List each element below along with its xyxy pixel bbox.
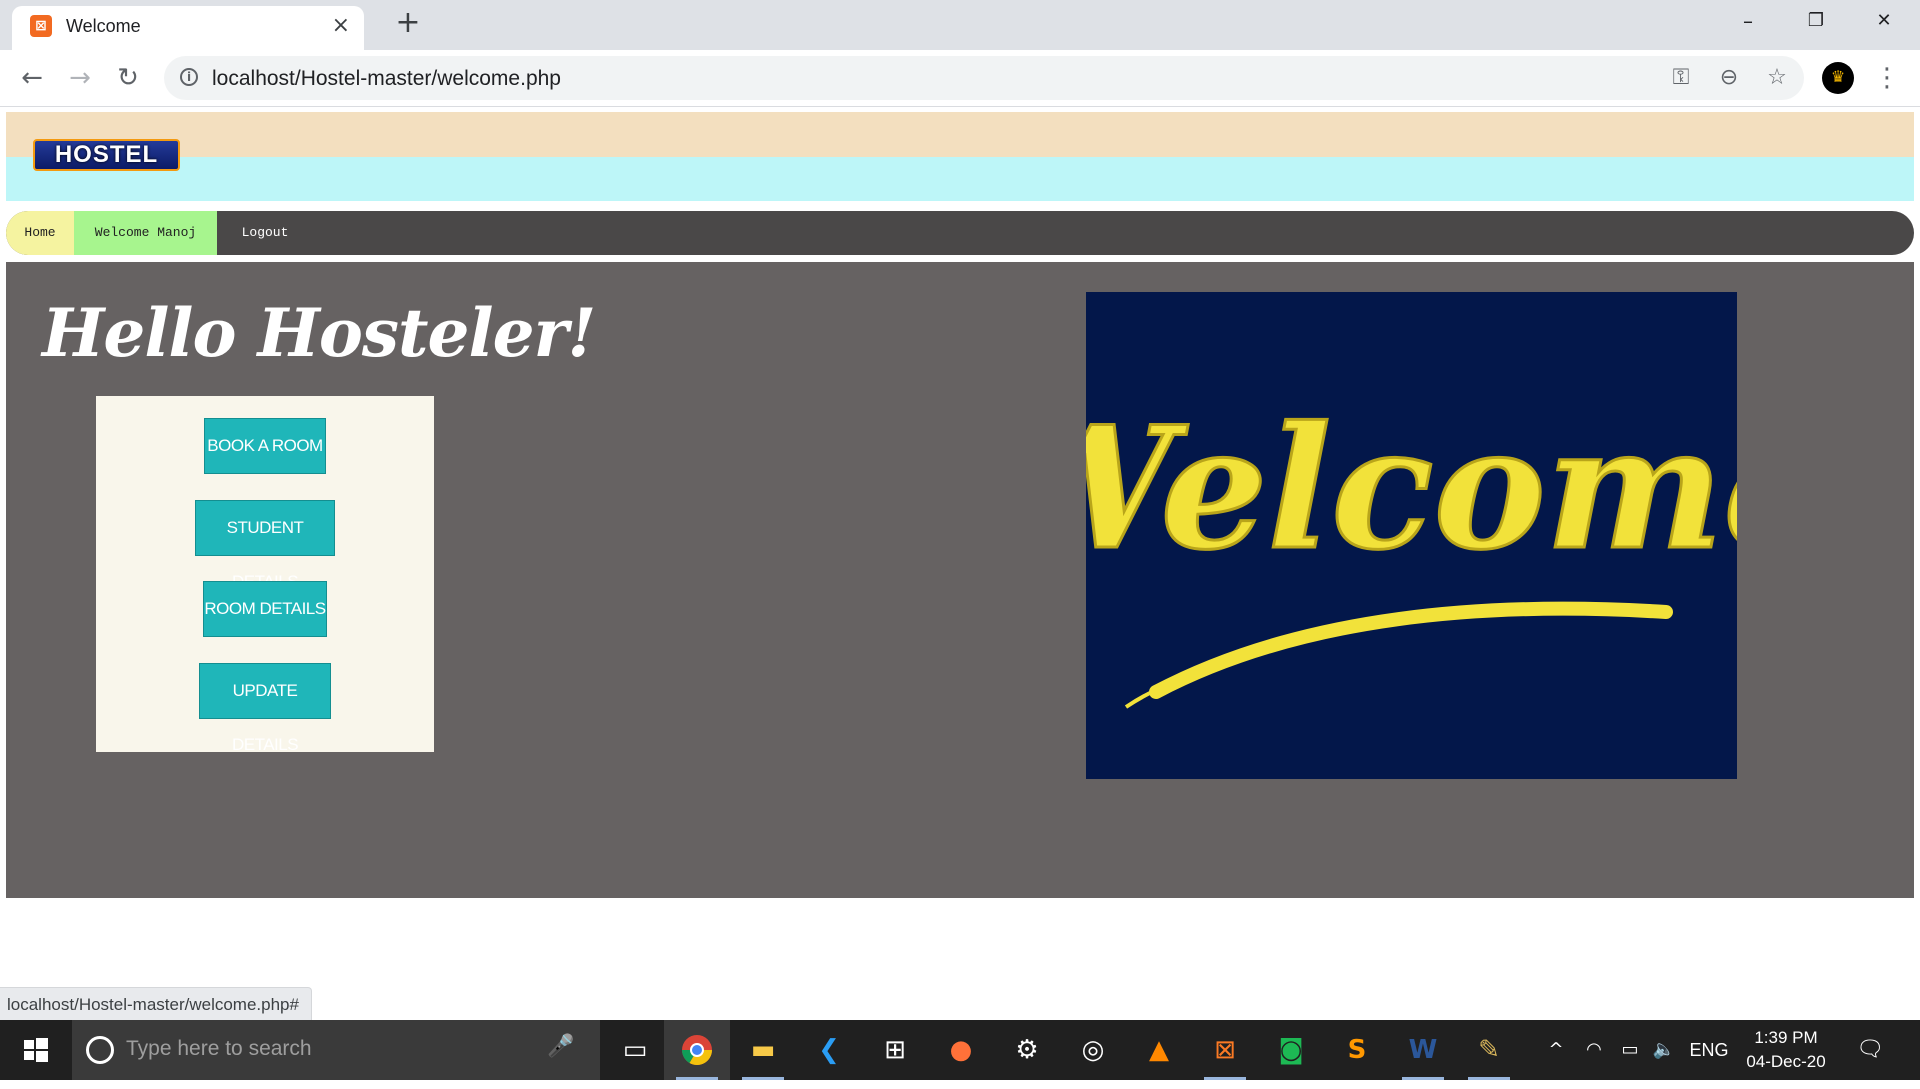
- nav-welcome-link[interactable]: Welcome Manoj: [74, 211, 217, 255]
- site-navbar: Home Welcome Manoj Logout: [6, 211, 1914, 255]
- web-page: HOSTEL Home Welcome Manoj Logout Hello H…: [0, 107, 1920, 1020]
- windows-taskbar: Type here to search 🎤 ▭ ▬ ❮ ⊞ ● ⚙ ◎ ▲ ⊠ …: [0, 1020, 1920, 1080]
- hostel-logo: HOSTEL: [33, 139, 180, 171]
- student-details-button[interactable]: STUDENT DETAILS: [195, 500, 335, 591]
- file-explorer-icon[interactable]: ▬: [730, 1020, 796, 1080]
- taskbar-clock[interactable]: 1:39 PM 04-Dec-20: [1738, 1026, 1834, 1074]
- nav-home-link[interactable]: Home: [6, 211, 74, 255]
- header-bottom-band: [6, 157, 1914, 201]
- update-details-button[interactable]: UPDATE DETAILS: [199, 663, 331, 754]
- status-bar-url: localhost/Hostel-master/welcome.php#: [0, 987, 312, 1022]
- page-heading: Hello Hosteler!: [42, 294, 596, 372]
- actions-panel: BOOK A ROOM STUDENT DETAILS ROOM DETAILS…: [96, 396, 434, 754]
- show-hidden-icons-chevron-icon[interactable]: ^: [1540, 1020, 1572, 1080]
- vscode-icon[interactable]: ❮: [796, 1020, 862, 1080]
- word-icon[interactable]: W: [1390, 1020, 1456, 1080]
- clock-time: 1:39 PM: [1754, 1028, 1818, 1047]
- bookmark-star-icon[interactable]: ☆: [1762, 64, 1792, 92]
- welcome-image: Welcome: [1086, 292, 1737, 779]
- main-content: Hello Hosteler! BOOK A ROOM STUDENT DETA…: [6, 262, 1914, 898]
- browser-toolbar: ← → ↻ i localhost/Hostel-master/welcome.…: [0, 50, 1920, 107]
- info-icon[interactable]: i: [180, 68, 198, 86]
- book-room-button[interactable]: BOOK A ROOM: [204, 418, 326, 474]
- address-bar[interactable]: i localhost/Hostel-master/welcome.php ⚿ …: [164, 56, 1804, 100]
- language-indicator[interactable]: ENG: [1684, 1020, 1734, 1080]
- tab-title: Welcome: [66, 16, 141, 36]
- welcome-graphic: Welcome: [1086, 292, 1737, 779]
- chrome-taskbar-icon[interactable]: [664, 1020, 730, 1080]
- welcome-image-text: Welcome: [1086, 389, 1737, 587]
- headset-app-icon[interactable]: ◙: [1258, 1020, 1324, 1080]
- wifi-icon[interactable]: ◠: [1578, 1020, 1610, 1080]
- profile-avatar[interactable]: ♛: [1822, 62, 1854, 94]
- browser-tab[interactable]: ⊠ Welcome ×: [12, 6, 364, 50]
- forward-arrow-icon[interactable]: →: [62, 60, 98, 96]
- windows-logo-icon: [24, 1038, 48, 1062]
- task-view-icon[interactable]: ▭: [602, 1020, 668, 1080]
- menu-dots-icon[interactable]: ⋮: [1872, 62, 1902, 94]
- clock-date: 04-Dec-20: [1746, 1052, 1826, 1071]
- back-arrow-icon[interactable]: ←: [14, 60, 50, 96]
- new-tab-button[interactable]: +: [392, 8, 424, 40]
- groove-music-icon[interactable]: ◎: [1060, 1020, 1126, 1080]
- firefox-icon[interactable]: ●: [928, 1020, 994, 1080]
- battery-icon[interactable]: ▭: [1614, 1020, 1646, 1080]
- nav-logout-link[interactable]: Logout: [217, 211, 313, 255]
- xampp-favicon-icon: ⊠: [30, 15, 52, 37]
- taskbar-search-box[interactable]: Type here to search 🎤: [72, 1020, 600, 1080]
- search-placeholder: Type here to search: [126, 1037, 312, 1060]
- sublime-text-icon[interactable]: S: [1324, 1020, 1390, 1080]
- close-window-button[interactable]: ✕: [1850, 0, 1918, 44]
- cortana-icon: [86, 1036, 114, 1064]
- tab-close-icon[interactable]: ×: [332, 14, 350, 38]
- paint-icon[interactable]: ✎: [1456, 1020, 1522, 1080]
- chrome-icon: [682, 1035, 712, 1066]
- start-button[interactable]: [0, 1020, 70, 1080]
- volume-icon[interactable]: 🔈: [1648, 1020, 1680, 1080]
- vlc-icon[interactable]: ▲: [1126, 1020, 1192, 1080]
- reload-icon[interactable]: ↻: [110, 60, 146, 96]
- store-icon[interactable]: ⊞: [862, 1020, 928, 1080]
- action-center-icon[interactable]: 🗨: [1850, 1020, 1890, 1080]
- header-top-band: [6, 112, 1914, 157]
- tab-strip: ⊠ Welcome × + – ❐ ✕: [0, 0, 1920, 50]
- restore-button[interactable]: ❐: [1782, 0, 1850, 44]
- zoom-icon[interactable]: ⊖: [1714, 64, 1744, 92]
- settings-gear-icon[interactable]: ⚙: [994, 1020, 1060, 1080]
- xampp-icon[interactable]: ⊠: [1192, 1020, 1258, 1080]
- microphone-icon[interactable]: 🎤: [547, 1034, 574, 1059]
- key-icon[interactable]: ⚿: [1666, 64, 1696, 92]
- url-text[interactable]: localhost/Hostel-master/welcome.php: [212, 67, 561, 91]
- room-details-button[interactable]: ROOM DETAILS: [203, 581, 327, 637]
- minimize-button[interactable]: –: [1714, 0, 1782, 44]
